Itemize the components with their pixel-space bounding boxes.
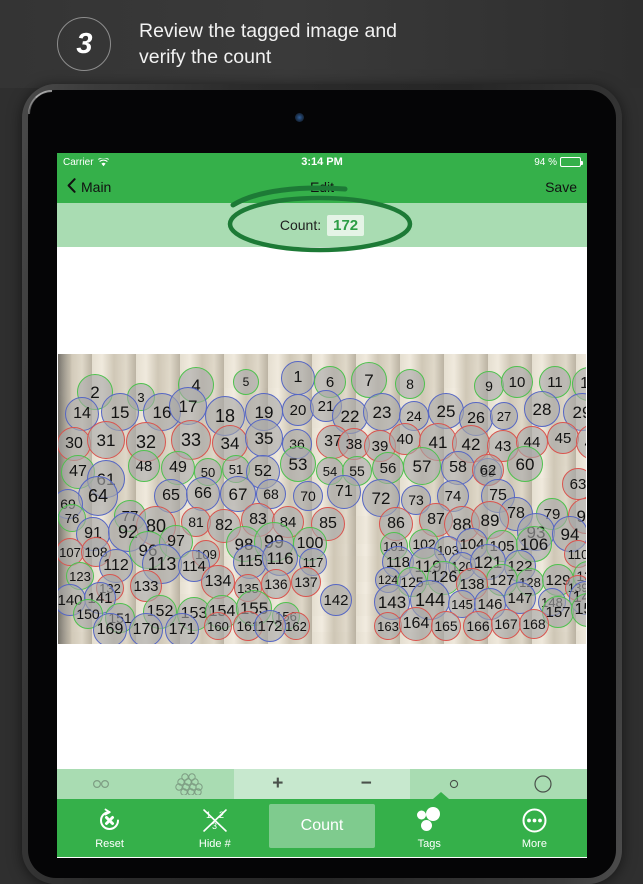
- tab-count-label: Count: [300, 817, 344, 834]
- photo-tag[interactable]: 169: [93, 613, 127, 644]
- photo-tag[interactable]: 164: [399, 607, 433, 641]
- tab-hide-number[interactable]: 1 2 3 Hide #: [162, 799, 267, 857]
- battery-percent-label: 94 %: [534, 156, 557, 168]
- photo-tag[interactable]: 20: [282, 394, 314, 426]
- photo-tag[interactable]: 8: [395, 369, 425, 399]
- status-bar-right: 94 %: [534, 156, 583, 168]
- reset-x-icon: [100, 808, 120, 830]
- small-dots-icon: [93, 779, 110, 789]
- app-screen: Carrier 3:14 PM 94 % Main Edit Save Coun…: [57, 153, 587, 858]
- photo-tag[interactable]: 167: [491, 609, 521, 639]
- photo-tag[interactable]: 163: [374, 612, 402, 640]
- small-dots-tool[interactable]: [57, 769, 145, 799]
- photo-tag[interactable]: 142: [320, 584, 352, 616]
- photo-tag[interactable]: 53: [280, 446, 316, 482]
- photo-tag[interactable]: 134: [201, 565, 235, 599]
- small-circle-size-tool[interactable]: [410, 769, 498, 799]
- photo-tag[interactable]: 166: [463, 611, 493, 641]
- photo-tag[interactable]: 165: [431, 611, 461, 641]
- tab-bar: Reset 1 2 3 Hide # Count Tags: [57, 792, 587, 857]
- tagged-photo[interactable]: 1234567891011121314151617181920212223242…: [58, 354, 586, 644]
- battery-icon: [560, 157, 583, 167]
- tab-reset-label: Reset: [95, 837, 124, 850]
- photo-canvas[interactable]: 1234567891011121314151617181920212223242…: [57, 247, 587, 769]
- navigation-bar: Main Edit Save: [57, 171, 587, 203]
- tab-hide-number-label: Hide #: [198, 837, 231, 850]
- photo-tag[interactable]: 1: [281, 361, 315, 395]
- photo-tag[interactable]: 168: [519, 609, 549, 639]
- hide-numbers-icon: 1 2 3: [202, 808, 227, 832]
- status-time: 3:14 PM: [301, 156, 343, 168]
- photo-tag[interactable]: 171: [165, 613, 199, 644]
- photo-tag[interactable]: 31: [87, 421, 125, 459]
- status-bar: Carrier 3:14 PM 94 %: [57, 153, 587, 171]
- photo-tag[interactable]: 48: [128, 450, 160, 482]
- plus-icon: +: [272, 773, 284, 794]
- count-bar: Count: 172: [57, 203, 587, 247]
- photo-tag[interactable]: 71: [327, 475, 361, 509]
- photo-tag[interactable]: 27: [490, 402, 518, 430]
- photo-tag[interactable]: 137: [291, 567, 321, 597]
- tab-tags-label: Tags: [417, 837, 441, 850]
- tags-circles-icon: [417, 806, 441, 831]
- more-dots-icon: [522, 808, 547, 832]
- instruction-text: Review the tagged image and verify the c…: [139, 20, 398, 68]
- photo-tag[interactable]: 57: [403, 447, 441, 485]
- tab-count[interactable]: Count: [269, 804, 375, 848]
- tab-selection-notch: [433, 792, 449, 799]
- photo-tag[interactable]: 170: [129, 613, 163, 644]
- photo-tag[interactable]: 45: [547, 422, 579, 454]
- photo-tag[interactable]: 70: [293, 481, 323, 511]
- large-circle-icon: [534, 775, 552, 793]
- instruction-header: 3 Review the tagged image and verify the…: [0, 0, 643, 88]
- camera-dot-icon: [295, 113, 304, 122]
- photo-tag[interactable]: 35: [245, 419, 283, 457]
- tab-more[interactable]: More: [482, 799, 587, 857]
- photo-tag[interactable]: 66: [186, 477, 220, 511]
- battery-cap: [581, 161, 583, 165]
- remove-tag-tool[interactable]: −: [321, 769, 411, 799]
- small-circle-icon: [450, 779, 459, 789]
- photo-tag[interactable]: 28: [524, 391, 560, 427]
- count-label: Count:: [279, 217, 322, 233]
- photo-tag[interactable]: 63: [562, 468, 586, 500]
- photo-tag[interactable]: 60: [507, 446, 543, 482]
- tab-tags[interactable]: Tags: [377, 799, 482, 857]
- secondary-toolbar: + −: [57, 769, 587, 799]
- count-value: 172: [327, 214, 365, 236]
- minus-icon: −: [360, 773, 372, 794]
- step-number-badge: 3: [57, 17, 111, 71]
- page-title: Edit: [309, 179, 335, 195]
- add-tag-tool[interactable]: +: [233, 769, 322, 799]
- photo-tag[interactable]: 9: [474, 371, 504, 401]
- photo-tag[interactable]: 5: [233, 369, 259, 395]
- cluster-tool[interactable]: [145, 769, 233, 799]
- tab-more-label: More: [521, 837, 547, 850]
- save-button[interactable]: Save: [545, 179, 577, 195]
- photo-tag[interactable]: 162: [282, 612, 310, 640]
- tab-reset[interactable]: Reset: [57, 799, 162, 857]
- cluster-icon: [175, 773, 204, 795]
- photo-tag[interactable]: 10: [501, 366, 533, 398]
- large-circle-size-tool[interactable]: [499, 769, 587, 799]
- photo-tag[interactable]: 160: [204, 612, 232, 640]
- photo-tag[interactable]: 172: [254, 610, 286, 642]
